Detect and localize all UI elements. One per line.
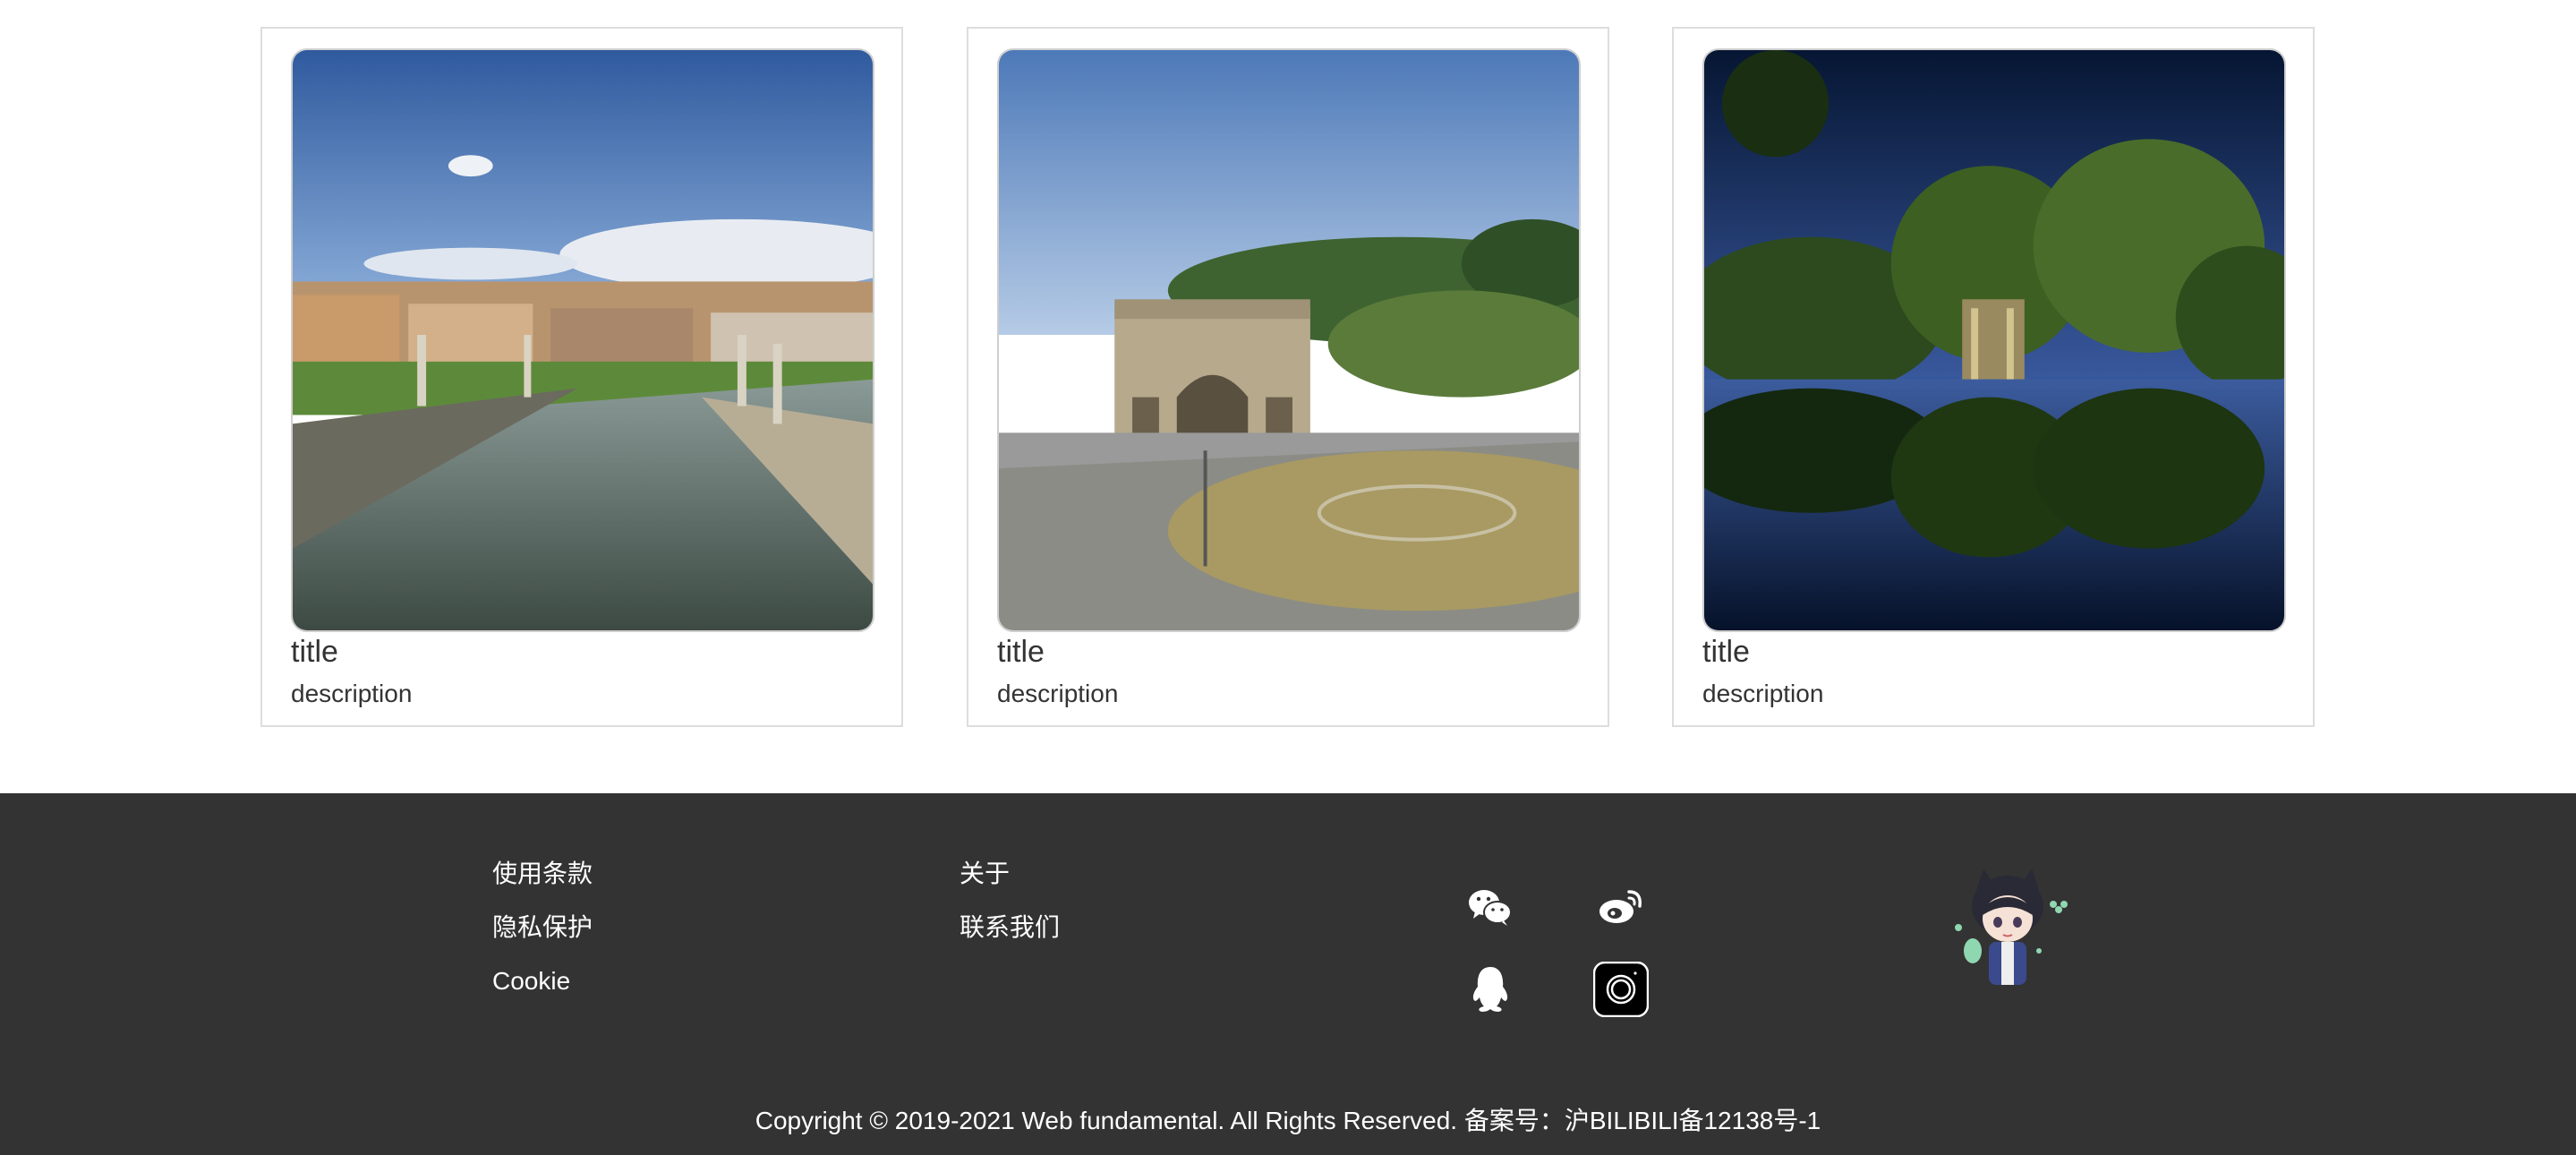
card-image[interactable]	[997, 48, 1581, 632]
footer-link-cookie[interactable]: Cookie	[492, 954, 593, 1008]
mascot-avatar	[1946, 863, 2069, 988]
qq-icon[interactable]	[1463, 962, 1518, 1017]
footer-link-privacy[interactable]: 隐私保护	[492, 901, 593, 954]
wechat-icon[interactable]	[1463, 879, 1518, 935]
footer-links-legal: 使用条款 隐私保护 Cookie	[492, 847, 593, 1008]
card[interactable]: title description	[967, 27, 1609, 727]
instagram-icon[interactable]	[1593, 962, 1649, 1017]
footer-links-about: 关于 联系我们	[960, 847, 1060, 954]
footer-link-contact[interactable]: 联系我们	[960, 901, 1060, 954]
card-title: title	[1702, 635, 1750, 669]
card[interactable]: title description	[1672, 27, 2315, 727]
card-image[interactable]	[291, 48, 874, 632]
card-description: description	[997, 680, 1119, 707]
card-description: description	[1702, 680, 1824, 707]
card-title: title	[291, 635, 338, 669]
footer: 使用条款 隐私保护 Cookie 关于 联系我们 Copyright © 201…	[0, 793, 2576, 1155]
social-icons	[1463, 879, 1656, 1022]
card-image[interactable]	[1702, 48, 2286, 632]
card[interactable]: title description	[260, 27, 903, 727]
copyright-text: Copyright © 2019-2021 Web fundamental. A…	[755, 1107, 1821, 1134]
card-description: description	[291, 680, 413, 707]
footer-link-terms[interactable]: 使用条款	[492, 847, 593, 901]
footer-link-about[interactable]: 关于	[960, 847, 1060, 901]
weibo-icon[interactable]	[1593, 879, 1649, 935]
card-title: title	[997, 635, 1045, 669]
card-grid: title description title description titl…	[0, 0, 2576, 793]
